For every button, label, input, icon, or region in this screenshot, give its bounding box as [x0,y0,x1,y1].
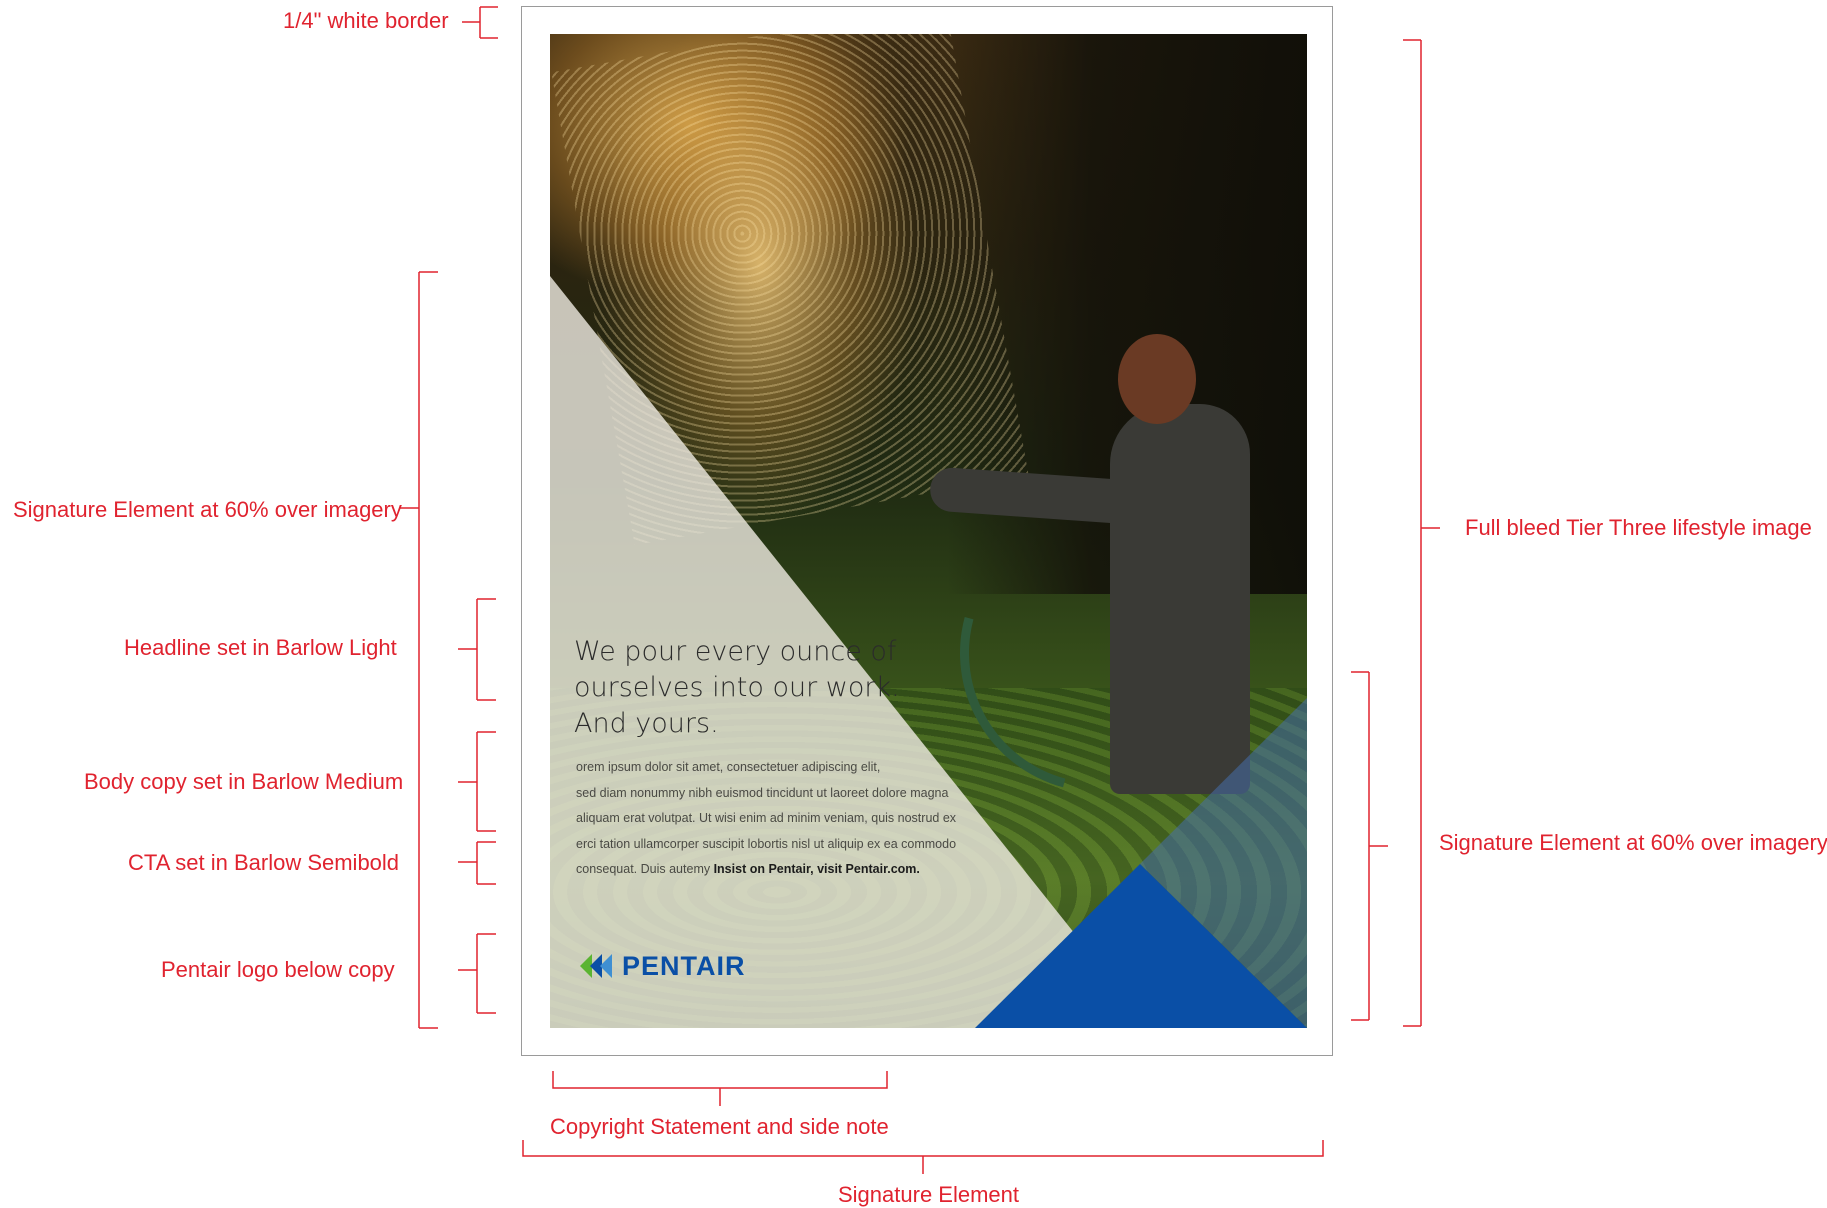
lifestyle-image: We pour every ounce of ourselves into ou… [550,34,1307,1028]
body-line: erci tation ullamcorper suscipit loborti… [576,836,957,851]
label-full-bleed: Full bleed Tier Three lifestyle image [1465,515,1812,540]
label-cta: CTA set in Barlow Semibold [128,850,400,875]
body-line: aliquam erat volutpat. Ut wisi enim ad m… [576,811,957,825]
body-line: orem ipsum dolor sit amet, consectetuer … [576,760,881,774]
pentair-logo: PENTAIR [580,946,746,986]
pentair-logo-text: PENTAIR [622,950,746,981]
headline-line: ourselves into our work. [574,672,900,703]
headline-line: And yours. [574,708,719,739]
label-body: Body copy set in Barlow Medium [84,769,404,794]
body-line-last: consequat. Duis autemy Insist on Pentair… [576,857,1076,883]
label-copyright: Copyright Statement and side note [550,1114,889,1139]
pentair-logo-icon [580,954,612,978]
person-head [1118,334,1196,424]
ad-body-copy: orem ipsum dolor sit amet, consectetuer … [576,755,1076,883]
label-logo: Pentair logo below copy [161,957,395,982]
label-signature-left: Signature Element at 60% over imagery [13,497,402,522]
body-line: sed diam nonummy nibh euismod tincidunt … [576,785,949,800]
person-body [1110,404,1250,794]
label-headline: Headline set in Barlow Light [124,635,397,660]
headline-line: We pour every ounce of [574,636,897,667]
ad-headline: We pour every ounce of ourselves into ou… [574,634,994,742]
ad-cta: Insist on Pentair, visit Pentair.com. [713,862,920,876]
label-signature-right: Signature Element at 60% over imagery [1439,830,1827,855]
label-white-border: 1/4" white border [283,8,449,33]
label-signature-bottom: Signature Element [838,1182,1019,1207]
body-last-prefix: consequat. Duis autemy [576,862,714,876]
